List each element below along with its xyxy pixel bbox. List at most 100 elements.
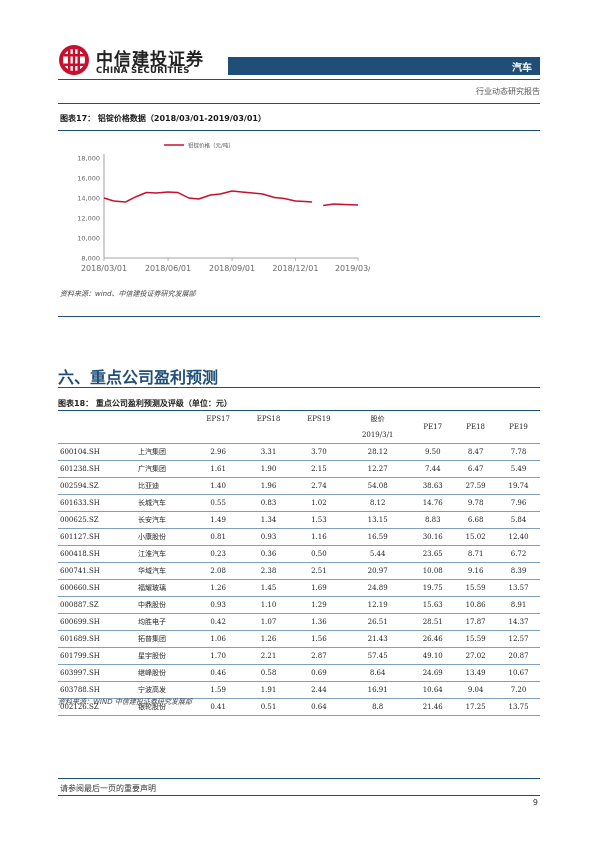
pe18-value: 27.02 — [465, 652, 486, 660]
pe18-value: 10.86 — [465, 601, 486, 609]
y-tick-label: 8,000 — [81, 255, 100, 263]
table-row: 600418.SH 江淮汽车 0.23 0.36 0.50 5.44 23.65 8.71 6.… — [58, 546, 540, 563]
eps19-value: 1.69 — [311, 584, 327, 592]
stock-code: 600660.SH — [60, 584, 100, 592]
stock-code: 601127.SH — [60, 533, 100, 541]
eps17-value: 2.08 — [210, 567, 226, 575]
eps18-value: 1.91 — [260, 686, 277, 694]
table-row: 002594.SZ 比亚迪 1.40 1.96 2.74 54.08 38.63 27.59 1… — [58, 478, 540, 495]
price-value: 16.91 — [367, 686, 388, 694]
pe17-value: 28.51 — [422, 618, 443, 626]
page-number: 9 — [532, 798, 538, 807]
table-row: 601633.SH 长城汽车 0.55 0.83 1.02 8.12 14.76 9.78 7.… — [58, 495, 540, 512]
stock-code: 600104.SH — [60, 448, 100, 456]
pe19-value: 13.75 — [508, 703, 529, 711]
eps17-value: 0.23 — [210, 550, 226, 558]
table-row: 600699.SH 均胜电子 0.42 1.07 1.36 26.51 28.51 17.87… — [58, 614, 540, 631]
eps19-value: 2.51 — [311, 567, 327, 575]
pe18-value: 15.59 — [465, 584, 486, 592]
eps19-value: 0.69 — [311, 669, 327, 677]
pe19-value: 20.87 — [508, 652, 529, 660]
price-value: 21.43 — [367, 635, 388, 643]
eps17-value: 0.46 — [210, 669, 226, 677]
eps18-value: 0.36 — [260, 550, 277, 558]
x-tick-label: 2018/09/01 — [209, 264, 255, 273]
price-value: 12.27 — [367, 465, 388, 473]
table-row: 600660.SH 福耀玻璃 1.26 1.45 1.69 24.89 19.75 15.59… — [58, 580, 540, 597]
table-row: 601238.SH 广汽集团 1.61 1.90 2.15 12.27 7.44 6.47 5.… — [58, 461, 540, 478]
citic-logo-icon — [59, 45, 89, 75]
eps19-value: 2.87 — [311, 652, 327, 660]
y-tick-label: 18,000 — [77, 155, 100, 163]
company-name: 均胜电子 — [138, 618, 166, 626]
pe17-value: 14.76 — [422, 499, 443, 507]
price-line — [103, 190, 313, 203]
pe18-value: 9.04 — [467, 686, 484, 694]
pe18-value: 15.02 — [465, 533, 486, 541]
price-value: 13.15 — [367, 516, 388, 524]
company-name: 拓普集团 — [138, 635, 166, 643]
pe18-value: 13.49 — [465, 669, 486, 677]
pe19-value: 7.20 — [510, 686, 527, 694]
eps19-value: 1.02 — [311, 499, 327, 507]
eps18-value: 2.38 — [260, 567, 277, 575]
table-row: 601799.SH 星宇股份 1.70 2.21 2.87 57.45 49.10 27.02… — [58, 648, 540, 665]
pe18-value: 15.59 — [465, 635, 486, 643]
stock-code: 603788.SH — [60, 686, 100, 694]
stock-code: 601238.SH — [60, 465, 100, 473]
eps18-value: 1.26 — [260, 635, 277, 643]
pe17-value: 7.44 — [424, 465, 441, 473]
legend-label: 铝锭价格（元/吨） — [188, 142, 234, 150]
eps17-value: 1.40 — [210, 482, 226, 490]
earnings-forecast-table: EPS17 EPS18 EPS19 股价 PE17 PE18 PE19 2019… — [58, 411, 540, 716]
table-row: 601127.SH 小康股份 0.81 0.93 1.16 16.59 30.16 15.02… — [58, 529, 540, 546]
stock-code: 600741.SH — [60, 567, 100, 575]
pe18-value: 17.87 — [465, 618, 486, 626]
y-tick-labels: 8,000 10,000 12,000 14,000 16,000 18,000 — [77, 155, 100, 263]
pe18-value: 9.78 — [467, 499, 484, 507]
pe17-value: 19.75 — [422, 584, 443, 592]
eps19-value: 1.16 — [311, 533, 327, 541]
eps19-value: 1.56 — [311, 635, 327, 643]
figure-17-title: 图表17： 铝锭价格数据（2018/03/01-2019/03/01） — [60, 114, 266, 123]
price-value: 26.51 — [367, 618, 388, 626]
pe17-value: 24.69 — [422, 669, 443, 677]
disclaimer-link[interactable]: 请参阅最后一页的重要声明 — [60, 783, 156, 794]
eps18-value: 1.34 — [260, 516, 277, 524]
header-price-date: 2019/3/1 — [361, 431, 394, 439]
price-value: 54.08 — [367, 482, 388, 490]
stock-code: 600418.SH — [60, 550, 100, 558]
pe17-value: 21.46 — [422, 703, 443, 711]
pe17-value: 23.65 — [422, 550, 443, 558]
pe17-value: 9.50 — [424, 448, 441, 456]
eps19-value: 0.64 — [311, 703, 327, 711]
eps19-value: 1.29 — [311, 601, 327, 609]
price-value: 57.45 — [367, 652, 388, 660]
brand-name-en: CHINA SECURITIES — [96, 66, 190, 76]
price-value: 8.64 — [369, 669, 386, 677]
price-line — [323, 203, 359, 207]
table-row: 603997.SH 继峰股份 0.46 0.58 0.69 8.64 24.69 13.49 1… — [58, 665, 540, 682]
table-row: 000887.SZ 中鼎股份 0.93 1.10 1.29 12.19 15.63 10.86… — [58, 597, 540, 614]
company-name: 小康股份 — [138, 533, 166, 541]
y-tick-label: 14,000 — [77, 195, 100, 203]
eps19-value: 3.70 — [311, 448, 327, 456]
sector-label: 汽车 — [512, 63, 532, 74]
table-title: 图表18： 重点公司盈利预测及评级（单位：元） — [58, 399, 232, 408]
pe18-value: 9.16 — [467, 567, 484, 575]
eps18-value: 0.51 — [260, 703, 277, 711]
eps18-value: 1.96 — [260, 482, 277, 490]
company-name: 华域汽车 — [138, 567, 166, 575]
eps17-value: 1.59 — [210, 686, 226, 694]
price-value: 20.97 — [367, 567, 388, 575]
x-tick-label: 2019/03/01 — [335, 264, 370, 273]
eps18-value: 1.07 — [260, 618, 277, 626]
table-row: 600104.SH 上汽集团 2.96 3.31 3.70 28.12 9.50 8.47 7.… — [58, 444, 540, 461]
eps19-value: 1.53 — [311, 516, 327, 524]
company-name: 江淮汽车 — [138, 550, 166, 558]
price-value: 24.89 — [367, 584, 388, 592]
pe19-value: 10.67 — [508, 669, 529, 677]
price-value: 8.8 — [372, 703, 384, 711]
divider — [58, 387, 540, 388]
pe19-value: 13.57 — [508, 584, 529, 592]
